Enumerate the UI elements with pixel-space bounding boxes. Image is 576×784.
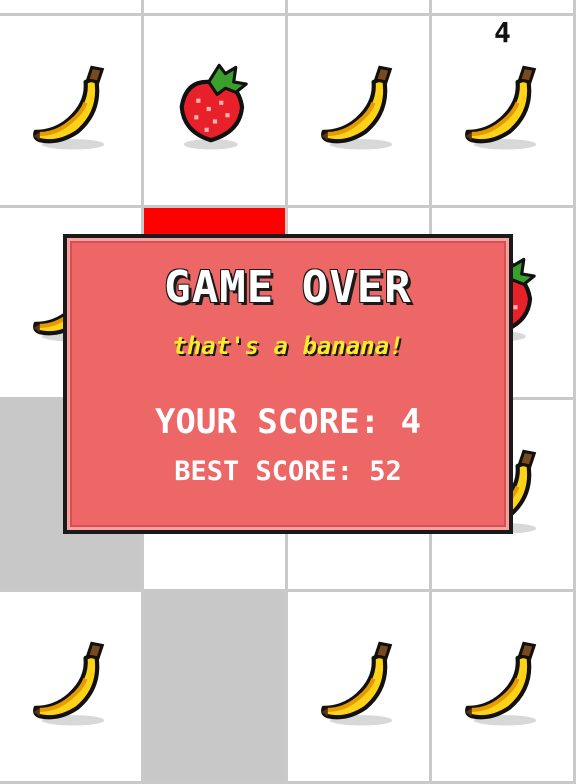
tile-banana[interactable]: [0, 592, 144, 784]
banana-icon: [451, 57, 555, 165]
tile-banana[interactable]: [0, 16, 144, 208]
banana-icon: [307, 633, 411, 741]
tile-banana[interactable]: [288, 592, 432, 784]
tile-banana[interactable]: [288, 16, 432, 208]
tile-empty[interactable]: [0, 0, 144, 16]
tile-empty[interactable]: [144, 0, 288, 16]
game-over-dialog[interactable]: GAME OVER that's a banana! YOUR SCORE: 4…: [63, 234, 513, 534]
banana-icon: [451, 633, 555, 741]
tile-banana[interactable]: [432, 592, 576, 784]
tile-empty[interactable]: [288, 0, 432, 16]
tile-empty[interactable]: [432, 0, 576, 16]
banana-icon: [19, 57, 123, 165]
score-counter: 4: [494, 16, 511, 49]
best-score-label: BEST SCORE: 52: [174, 456, 402, 487]
your-score-label: YOUR SCORE: 4: [154, 402, 422, 442]
strawberry-icon: [163, 57, 267, 165]
game-over-title: GAME OVER: [164, 262, 412, 313]
tile-strawberry[interactable]: [144, 16, 288, 208]
banana-icon: [19, 633, 123, 741]
banana-icon: [307, 57, 411, 165]
game-over-subtitle: that's a banana!: [172, 332, 404, 360]
tile-tapped[interactable]: [144, 592, 288, 784]
